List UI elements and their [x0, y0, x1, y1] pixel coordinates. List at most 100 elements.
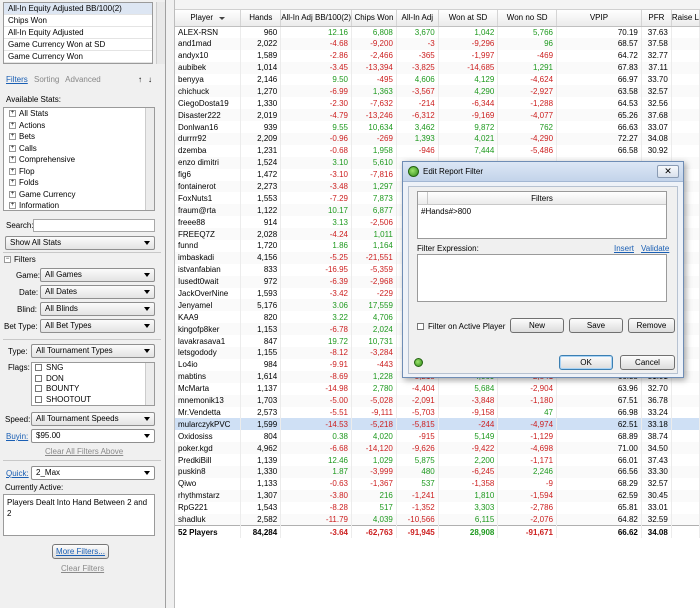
- expand-icon[interactable]: +: [9, 202, 16, 210]
- move-up-icon[interactable]: ↑: [138, 74, 142, 86]
- list-item[interactable]: Game Currency Won: [4, 51, 152, 63]
- clear-filters-link[interactable]: Clear Filters: [61, 564, 104, 573]
- table-row[interactable]: mularczykPVC 1,599 -14.53 -5,218 -5,815 -244-…: [175, 418, 700, 431]
- stat-list-scrollbar[interactable]: [156, 2, 165, 64]
- tree-scrollbar[interactable]: [145, 108, 154, 210]
- list-item[interactable]: Game Currency Won at SD: [4, 39, 152, 51]
- column-header-player[interactable]: Player: [175, 10, 242, 27]
- game-select[interactable]: All Games: [40, 268, 155, 282]
- ok-button[interactable]: OK: [559, 355, 613, 370]
- cancel-button[interactable]: Cancel: [620, 355, 675, 370]
- filter-active-player-checkbox[interactable]: Filter on Active Player: [417, 322, 505, 331]
- column-header-raise[interactable]: Raise L: [671, 10, 700, 27]
- table-row[interactable]: aubibek 1,014 -3.45 -13,394 -3,825 -14,685 1,2…: [175, 61, 700, 74]
- expand-icon[interactable]: +: [9, 144, 16, 152]
- date-select[interactable]: All Dates: [40, 285, 155, 299]
- filters-section-header[interactable]: − Filters: [4, 255, 36, 264]
- flags-scrollbar[interactable]: [145, 363, 154, 405]
- help-icon[interactable]: [414, 358, 423, 367]
- table-row[interactable]: PredkiBill 1,139 12.46 1,029 5,875 2,200 -1,17…: [175, 454, 700, 466]
- tree-item[interactable]: + Actions: [4, 120, 154, 132]
- tree-item[interactable]: + Comprehensive: [4, 154, 154, 166]
- table-row[interactable]: shadluk 2,582 -11.79 4,039 -10,566 6,115 -2,07…: [175, 513, 700, 526]
- table-row[interactable]: chichuck 1,270 -6.99 1,363 -3,567 4,290 -2,927…: [175, 85, 700, 98]
- expand-icon[interactable]: +: [9, 133, 16, 141]
- table-row[interactable]: McMarta 1,137 -14.98 2,780 -4,404 5,684 -2,904…: [175, 382, 700, 395]
- quick-filter-select[interactable]: 2_Max: [31, 466, 155, 480]
- move-down-icon[interactable]: ↓: [148, 74, 152, 86]
- column-header-vpip[interactable]: VPIP: [556, 10, 642, 27]
- filters-grid[interactable]: Filters #Hands#>800: [417, 191, 667, 239]
- blind-select[interactable]: All Blinds: [40, 302, 155, 316]
- available-stats-tree[interactable]: + All Stats + Actions + Bets + Calls + Compre…: [3, 107, 155, 211]
- column-header-won-at-sd[interactable]: Won at SD: [438, 10, 499, 27]
- tree-item[interactable]: + Bets: [4, 131, 154, 143]
- remove-button[interactable]: Remove: [628, 318, 675, 333]
- column-header-allin-adj-bb100[interactable]: All-In Adj BB/100(2): [280, 10, 352, 27]
- expand-icon[interactable]: +: [9, 190, 16, 198]
- quick-label[interactable]: Quick:: [6, 469, 29, 478]
- filter-row[interactable]: #Hands#>800: [418, 205, 666, 218]
- collapse-icon[interactable]: −: [4, 256, 11, 264]
- table-row[interactable]: dzemba 1,231 -0.68 1,958 -946 7,444 -5,486 66.5…: [175, 144, 700, 157]
- tab-filters[interactable]: Filters: [6, 75, 28, 84]
- tree-item[interactable]: + Flop: [4, 166, 154, 178]
- selected-stats-list[interactable]: All-In Equity Adjusted BB/100(2) Chips W…: [3, 2, 153, 64]
- tab-sorting[interactable]: Sorting: [34, 75, 59, 84]
- tournament-type-select[interactable]: All Tournament Types: [31, 344, 155, 358]
- speed-select[interactable]: All Tournament Speeds: [31, 412, 155, 426]
- table-row[interactable]: poker.kgd 4,962 -6.68 -14,120 -9,626 -9,422 -4…: [175, 442, 700, 455]
- expand-icon[interactable]: +: [9, 179, 16, 187]
- list-item[interactable]: All-In Equity Adjusted: [4, 27, 152, 39]
- column-header-allin-adj[interactable]: All-In Adj: [396, 10, 439, 27]
- expand-icon[interactable]: +: [9, 121, 16, 129]
- checkbox-icon[interactable]: [35, 395, 42, 403]
- buyin-select[interactable]: $95.00: [31, 429, 155, 443]
- dialog-titlebar[interactable]: Edit Report Filter ✕: [403, 162, 683, 182]
- table-row[interactable]: benyya 2,146 9.50 -495 4,606 4,129 -4,624 66.97…: [175, 73, 700, 86]
- tree-item[interactable]: + Folds: [4, 177, 154, 189]
- table-row[interactable]: rhythmstarz 1,307 -3.80 216 -1,241 1,810 -1,59…: [175, 489, 700, 502]
- column-header-hands[interactable]: Hands: [240, 10, 282, 27]
- new-button[interactable]: New: [510, 318, 564, 333]
- table-row[interactable]: Donlwan16 939 9.55 10,634 3,462 9,872 762 66.63…: [175, 121, 700, 134]
- show-stats-select[interactable]: Show All Stats: [5, 236, 155, 250]
- insert-link[interactable]: Insert: [614, 244, 634, 253]
- flag-shootout-checkbox[interactable]: SHOOTOUT: [32, 395, 154, 406]
- expand-icon[interactable]: +: [9, 167, 16, 175]
- column-header-chips-won[interactable]: Chips Won: [351, 10, 397, 27]
- flag-bounty-checkbox[interactable]: BOUNTY: [32, 384, 154, 395]
- checkbox-icon[interactable]: [35, 364, 42, 372]
- validate-link[interactable]: Validate: [641, 244, 669, 253]
- bet-type-select[interactable]: All Bet Types: [40, 319, 155, 333]
- tree-item[interactable]: + Game Currency: [4, 189, 154, 201]
- search-input[interactable]: [33, 219, 155, 232]
- table-row[interactable]: Oxidosiss 804 0.38 4,020 -915 5,149 -1,129 68.8…: [175, 430, 700, 443]
- tree-item[interactable]: + All Stats: [4, 108, 154, 120]
- table-row[interactable]: Qiwo 1,133 -0.63 -1,367 537 -1,358 -9 68.29 32.5…: [175, 477, 700, 490]
- save-button[interactable]: Save: [569, 318, 623, 333]
- table-row[interactable]: andyx10 1,589 -2.86 -2,466 -365 -1,997 -469 64.…: [175, 49, 700, 62]
- filter-expression-input[interactable]: [417, 254, 667, 302]
- table-row[interactable]: mnemonik13 1,703 -5.00 -5,028 -2,091 -3,848 -1…: [175, 394, 700, 407]
- column-header-pfr[interactable]: PFR: [641, 10, 672, 27]
- close-icon[interactable]: ✕: [657, 165, 679, 178]
- buyin-label[interactable]: Buyin:: [6, 432, 28, 441]
- list-item[interactable]: All-In Equity Adjusted BB/100(2): [4, 3, 152, 15]
- expand-icon[interactable]: +: [9, 156, 16, 164]
- checkbox-icon[interactable]: [417, 323, 424, 331]
- table-row[interactable]: RpG221 1,543 -8.28 517 -1,352 3,303 -2,786 65.8…: [175, 501, 700, 514]
- expand-icon[interactable]: +: [9, 110, 16, 118]
- table-row[interactable]: ALEX-RSN 960 12.16 6,808 3,670 1,042 5,766 70.1…: [175, 26, 700, 38]
- table-row[interactable]: CiegoDosta19 1,330 -2.30 -7,632 -214 -6,344 -1…: [175, 97, 700, 110]
- tab-advanced[interactable]: Advanced: [65, 75, 101, 84]
- table-row[interactable]: puskin8 1,330 1.87 -3,999 480 -6,245 2,246 66.5…: [175, 465, 700, 478]
- panel-splitter[interactable]: [166, 0, 175, 608]
- checkbox-icon[interactable]: [35, 374, 42, 382]
- flag-don-checkbox[interactable]: DON: [32, 374, 154, 385]
- table-row[interactable]: and1mad 2,022 -4.68 -9,200 -3 -9,296 96 68.57 37…: [175, 37, 700, 50]
- list-item[interactable]: Chips Won: [4, 15, 152, 27]
- checkbox-icon[interactable]: [35, 385, 42, 393]
- column-header-won-no-sd[interactable]: Won no SD: [497, 10, 558, 27]
- tree-item[interactable]: + Calls: [4, 143, 154, 155]
